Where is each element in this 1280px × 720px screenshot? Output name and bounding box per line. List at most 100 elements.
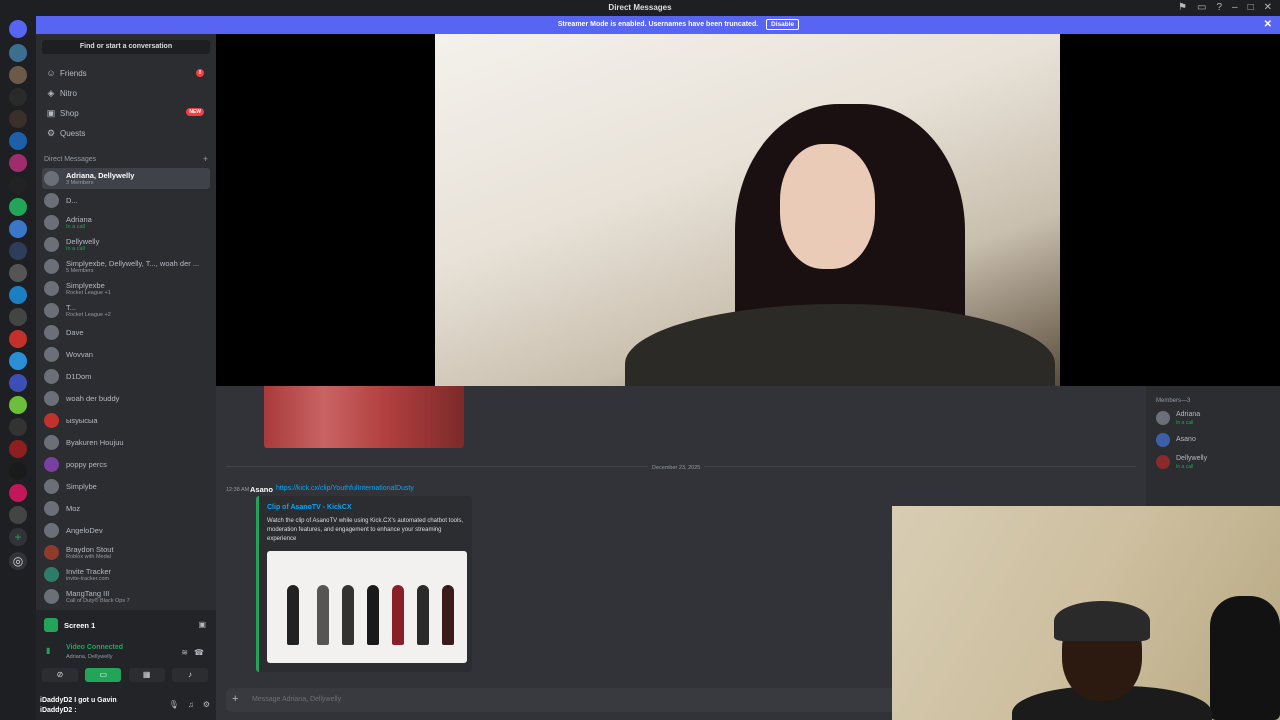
server-icon[interactable]	[9, 330, 27, 348]
inbox-icon[interactable]: ⚑	[1178, 2, 1187, 13]
server-icon[interactable]	[9, 374, 27, 392]
dm-item[interactable]: Adriana, Dellywelly 3 Members	[42, 168, 210, 189]
add-server-icon[interactable]: +	[9, 528, 27, 546]
avatar	[44, 567, 59, 582]
dm-item[interactable]: Simplyexbe Rocket League +1	[42, 278, 210, 299]
screen-icon	[44, 618, 58, 632]
microphone-icon[interactable]: 🎙	[169, 700, 179, 709]
maximize-icon[interactable]: □	[1248, 2, 1254, 13]
soundboard-icon[interactable]: ♪	[171, 668, 208, 682]
camera-off-icon[interactable]: ⊘	[42, 668, 78, 682]
add-attachment-icon[interactable]: +	[232, 693, 238, 705]
dm-status: 5 Members	[66, 268, 94, 274]
dm-item[interactable]: D...	[42, 190, 210, 211]
server-icon[interactable]	[9, 418, 27, 436]
member-item[interactable]: Asano	[1156, 430, 1276, 450]
dm-item[interactable]: MangTang III Call of Duty® Black Ops 7	[42, 586, 210, 607]
embed-image[interactable]	[267, 551, 467, 663]
find-conversation-button[interactable]: Find or start a conversation	[42, 40, 210, 54]
nav-shop[interactable]: ▣ Shop NEW	[42, 104, 210, 122]
discover-icon[interactable]: ◎	[9, 552, 27, 570]
monitor-icon[interactable]: ▭	[1197, 2, 1206, 13]
help-icon[interactable]: ?	[1216, 2, 1222, 13]
server-icon[interactable]	[9, 44, 27, 62]
dm-item[interactable]: ыsyысыa	[42, 410, 210, 431]
message-input[interactable]: Message Adriana, Dellywelly	[252, 696, 341, 703]
noise-suppression-icon[interactable]: ≋	[181, 648, 188, 657]
server-icon[interactable]	[9, 220, 27, 238]
dm-item[interactable]: poppy percs	[42, 454, 210, 475]
nav-friends[interactable]: ☺ Friends 8	[42, 64, 210, 82]
server-icon[interactable]	[9, 88, 27, 106]
server-icon[interactable]	[9, 154, 27, 172]
member-item[interactable]: Dellywelly In a call	[1156, 452, 1276, 472]
message-author[interactable]: Asano	[250, 485, 273, 494]
server-icon[interactable]	[9, 484, 27, 502]
server-icon[interactable]	[9, 132, 27, 150]
connection-status[interactable]: Video Connected	[66, 644, 123, 651]
member-name: Adriana	[1176, 411, 1201, 418]
popout-icon[interactable]: ▣	[198, 620, 206, 629]
dm-item[interactable]: Dave	[42, 322, 210, 343]
settings-icon[interactable]: ⚙	[203, 700, 210, 709]
disconnect-icon[interactable]: ☎	[194, 648, 204, 657]
server-icon[interactable]	[9, 66, 27, 84]
dm-item[interactable]: Simplybe	[42, 476, 210, 497]
home-icon[interactable]	[9, 20, 27, 38]
dm-item[interactable]: Moz	[42, 498, 210, 519]
dm-item[interactable]: Dellywelly In a call	[42, 234, 210, 255]
nav-quests[interactable]: ⚙ Quests	[42, 124, 210, 142]
server-icon[interactable]	[9, 396, 27, 414]
dm-name: MangTang III	[66, 589, 110, 598]
server-icon[interactable]	[9, 352, 27, 370]
server-icon[interactable]	[9, 286, 27, 304]
avatar	[1156, 455, 1170, 469]
screen-share-row[interactable]: Screen 1 ▣	[42, 616, 208, 636]
server-icon[interactable]	[9, 198, 27, 216]
dm-item[interactable]: Byakuren Houjuu	[42, 432, 210, 453]
dm-item[interactable]: Invite Tracker invite-tracker.com	[42, 564, 210, 585]
banner-message: Streamer Mode is enabled. Usernames have…	[557, 21, 759, 28]
signal-icon[interactable]: ▮	[46, 646, 50, 655]
server-icon[interactable]	[9, 264, 27, 282]
server-icon[interactable]	[9, 308, 27, 326]
disable-button[interactable]: Disable	[766, 19, 800, 30]
member-item[interactable]: Adriana In a call	[1156, 408, 1276, 428]
avatar	[1156, 433, 1170, 447]
member-name: Asano	[1176, 436, 1196, 443]
dm-item[interactable]: T... Rocket League +2	[42, 300, 210, 321]
user-tag: iDaddyD2 :	[40, 707, 77, 714]
server-icon[interactable]	[9, 440, 27, 458]
dm-item[interactable]: woah der buddy	[42, 388, 210, 409]
server-icon[interactable]	[9, 242, 27, 260]
dm-item[interactable]: Wovvan	[42, 344, 210, 365]
dm-item[interactable]: Adriana In a call	[42, 212, 210, 233]
screen-share-icon[interactable]: ▭	[85, 668, 122, 682]
server-icon[interactable]	[9, 462, 27, 480]
dm-item[interactable]: Simplyexbe, Dellywelly, T..., woah der .…	[42, 256, 210, 277]
dm-item[interactable]: AngeloDev	[42, 520, 210, 541]
banner-close-icon[interactable]: ✕	[1264, 19, 1272, 30]
dm-status: Call of Duty® Black Ops 7	[66, 598, 130, 604]
image-attachment[interactable]	[264, 386, 464, 448]
date-divider: December 23, 2025	[648, 465, 705, 471]
message-link[interactable]: https://kick.cx/clip/YouthfulInternation…	[276, 485, 414, 492]
dm-name: Moz	[66, 504, 81, 513]
embed-title[interactable]: Clip of AsanoTV - KickCX	[267, 504, 352, 511]
username[interactable]: iDaddyD2 I got u Gavin	[40, 697, 117, 704]
minimize-icon[interactable]: –	[1232, 2, 1238, 13]
create-dm-icon[interactable]: +	[203, 154, 208, 164]
avatar	[44, 413, 59, 428]
avatar	[44, 457, 59, 472]
server-icon[interactable]	[9, 176, 27, 194]
close-icon[interactable]: ✕	[1264, 2, 1272, 13]
dm-item[interactable]: D1Dom	[42, 366, 210, 387]
headphones-icon[interactable]: ♫	[188, 700, 194, 709]
avatar	[44, 325, 59, 340]
dm-item[interactable]: Braydon Stout Roblox with Medal	[42, 542, 210, 563]
nav-nitro[interactable]: ◈ Nitro	[42, 84, 210, 102]
activities-icon[interactable]: ▦	[128, 668, 165, 682]
participant-video[interactable]	[435, 34, 1060, 386]
server-icon[interactable]	[9, 506, 27, 524]
server-icon[interactable]	[9, 110, 27, 128]
